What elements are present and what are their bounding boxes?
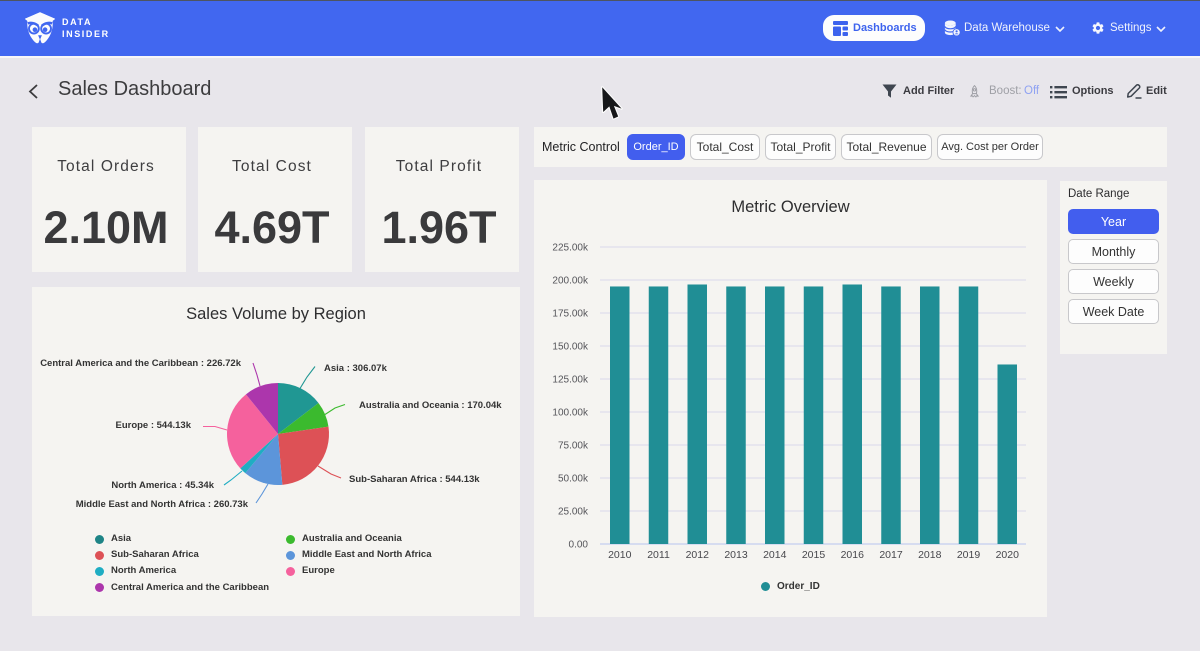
svg-text:2013: 2013 bbox=[724, 549, 748, 561]
svg-text:2016: 2016 bbox=[841, 549, 865, 561]
svg-text:2019: 2019 bbox=[957, 549, 981, 561]
svg-text:75.00k: 75.00k bbox=[558, 441, 589, 452]
svg-text:0.00: 0.00 bbox=[569, 540, 589, 551]
svg-text:125.00k: 125.00k bbox=[552, 375, 589, 386]
svg-text:150.00k: 150.00k bbox=[552, 342, 589, 353]
svg-text:175.00k: 175.00k bbox=[552, 309, 589, 320]
svg-text:2010: 2010 bbox=[608, 549, 632, 561]
svg-text:50.00k: 50.00k bbox=[558, 474, 589, 485]
svg-text:25.00k: 25.00k bbox=[558, 507, 589, 518]
svg-text:2014: 2014 bbox=[763, 549, 787, 561]
svg-text:2011: 2011 bbox=[647, 549, 670, 561]
svg-text:225.00k: 225.00k bbox=[552, 243, 589, 254]
svg-text:2017: 2017 bbox=[879, 549, 903, 561]
svg-text:100.00k: 100.00k bbox=[552, 408, 589, 419]
svg-text:2018: 2018 bbox=[918, 549, 942, 561]
svg-text:2020: 2020 bbox=[996, 549, 1020, 561]
svg-text:2015: 2015 bbox=[802, 549, 826, 561]
svg-text:200.00k: 200.00k bbox=[552, 276, 589, 287]
svg-text:2012: 2012 bbox=[686, 549, 710, 561]
